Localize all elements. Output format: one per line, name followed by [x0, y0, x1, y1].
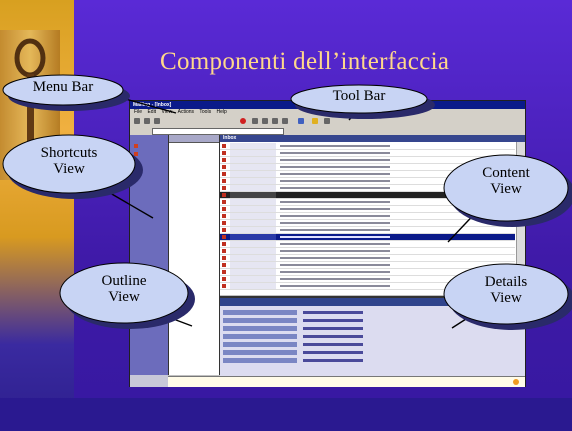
- slide-title: Componenti dell’interfaccia: [160, 48, 450, 75]
- message-icon: [222, 165, 226, 169]
- callout-label-line2: View: [53, 160, 85, 177]
- toolbar-button-icon[interactable]: [262, 118, 268, 124]
- menu-item-help[interactable]: Help: [216, 109, 226, 115]
- message-icon: [222, 277, 226, 281]
- callout-label-line1: Outline: [101, 273, 147, 289]
- message-icon: [222, 214, 226, 218]
- message-icon: [222, 270, 226, 274]
- callout-label: Menu Bar: [32, 79, 94, 95]
- bottom-strip: [0, 398, 572, 431]
- message-icon: [222, 200, 226, 204]
- menu-item-tools[interactable]: Tools: [199, 109, 211, 115]
- callout-label-line1: Content: [482, 165, 530, 181]
- callout-label: Content View: [456, 165, 556, 198]
- callout-label-line2: View: [490, 180, 522, 197]
- callout-label-line1: Details: [484, 274, 528, 290]
- message-icon: [222, 207, 226, 211]
- callout-label-line2: View: [108, 288, 140, 305]
- status-bar: [168, 376, 525, 387]
- message-icon: [222, 249, 226, 253]
- outline-header: [169, 135, 219, 143]
- back-icon[interactable]: [272, 118, 278, 124]
- detail-row: [223, 358, 518, 364]
- message-icon: [222, 193, 226, 197]
- toolbar-button-icon[interactable]: [252, 118, 258, 124]
- message-icon: [222, 172, 226, 176]
- message-icon: [222, 186, 226, 190]
- callout-label: Shortcuts View: [13, 145, 125, 178]
- message-icon: [222, 151, 226, 155]
- message-icon: [222, 256, 226, 260]
- callout-label: Outline View: [72, 273, 176, 306]
- message-icon: [222, 235, 226, 239]
- message-icon: [222, 228, 226, 232]
- message-icon: [222, 179, 226, 183]
- stop-icon[interactable]: [240, 118, 246, 124]
- message-icon: [222, 242, 226, 246]
- callout-label: Tool Bar: [332, 88, 386, 104]
- message-icon: [222, 221, 226, 225]
- message-icon: [222, 284, 226, 288]
- message-icon: [222, 158, 226, 162]
- callout-label: Details View: [456, 274, 556, 307]
- callout-label-line2: View: [490, 289, 522, 306]
- message-icon: [222, 144, 226, 148]
- shortcut-bar-footer: [130, 375, 168, 387]
- list-item[interactable]: [220, 143, 515, 150]
- message-icon: [222, 263, 226, 267]
- callout-label-line1: Shortcuts: [40, 145, 98, 161]
- info-icon: [513, 379, 519, 385]
- forward-icon[interactable]: [282, 118, 288, 124]
